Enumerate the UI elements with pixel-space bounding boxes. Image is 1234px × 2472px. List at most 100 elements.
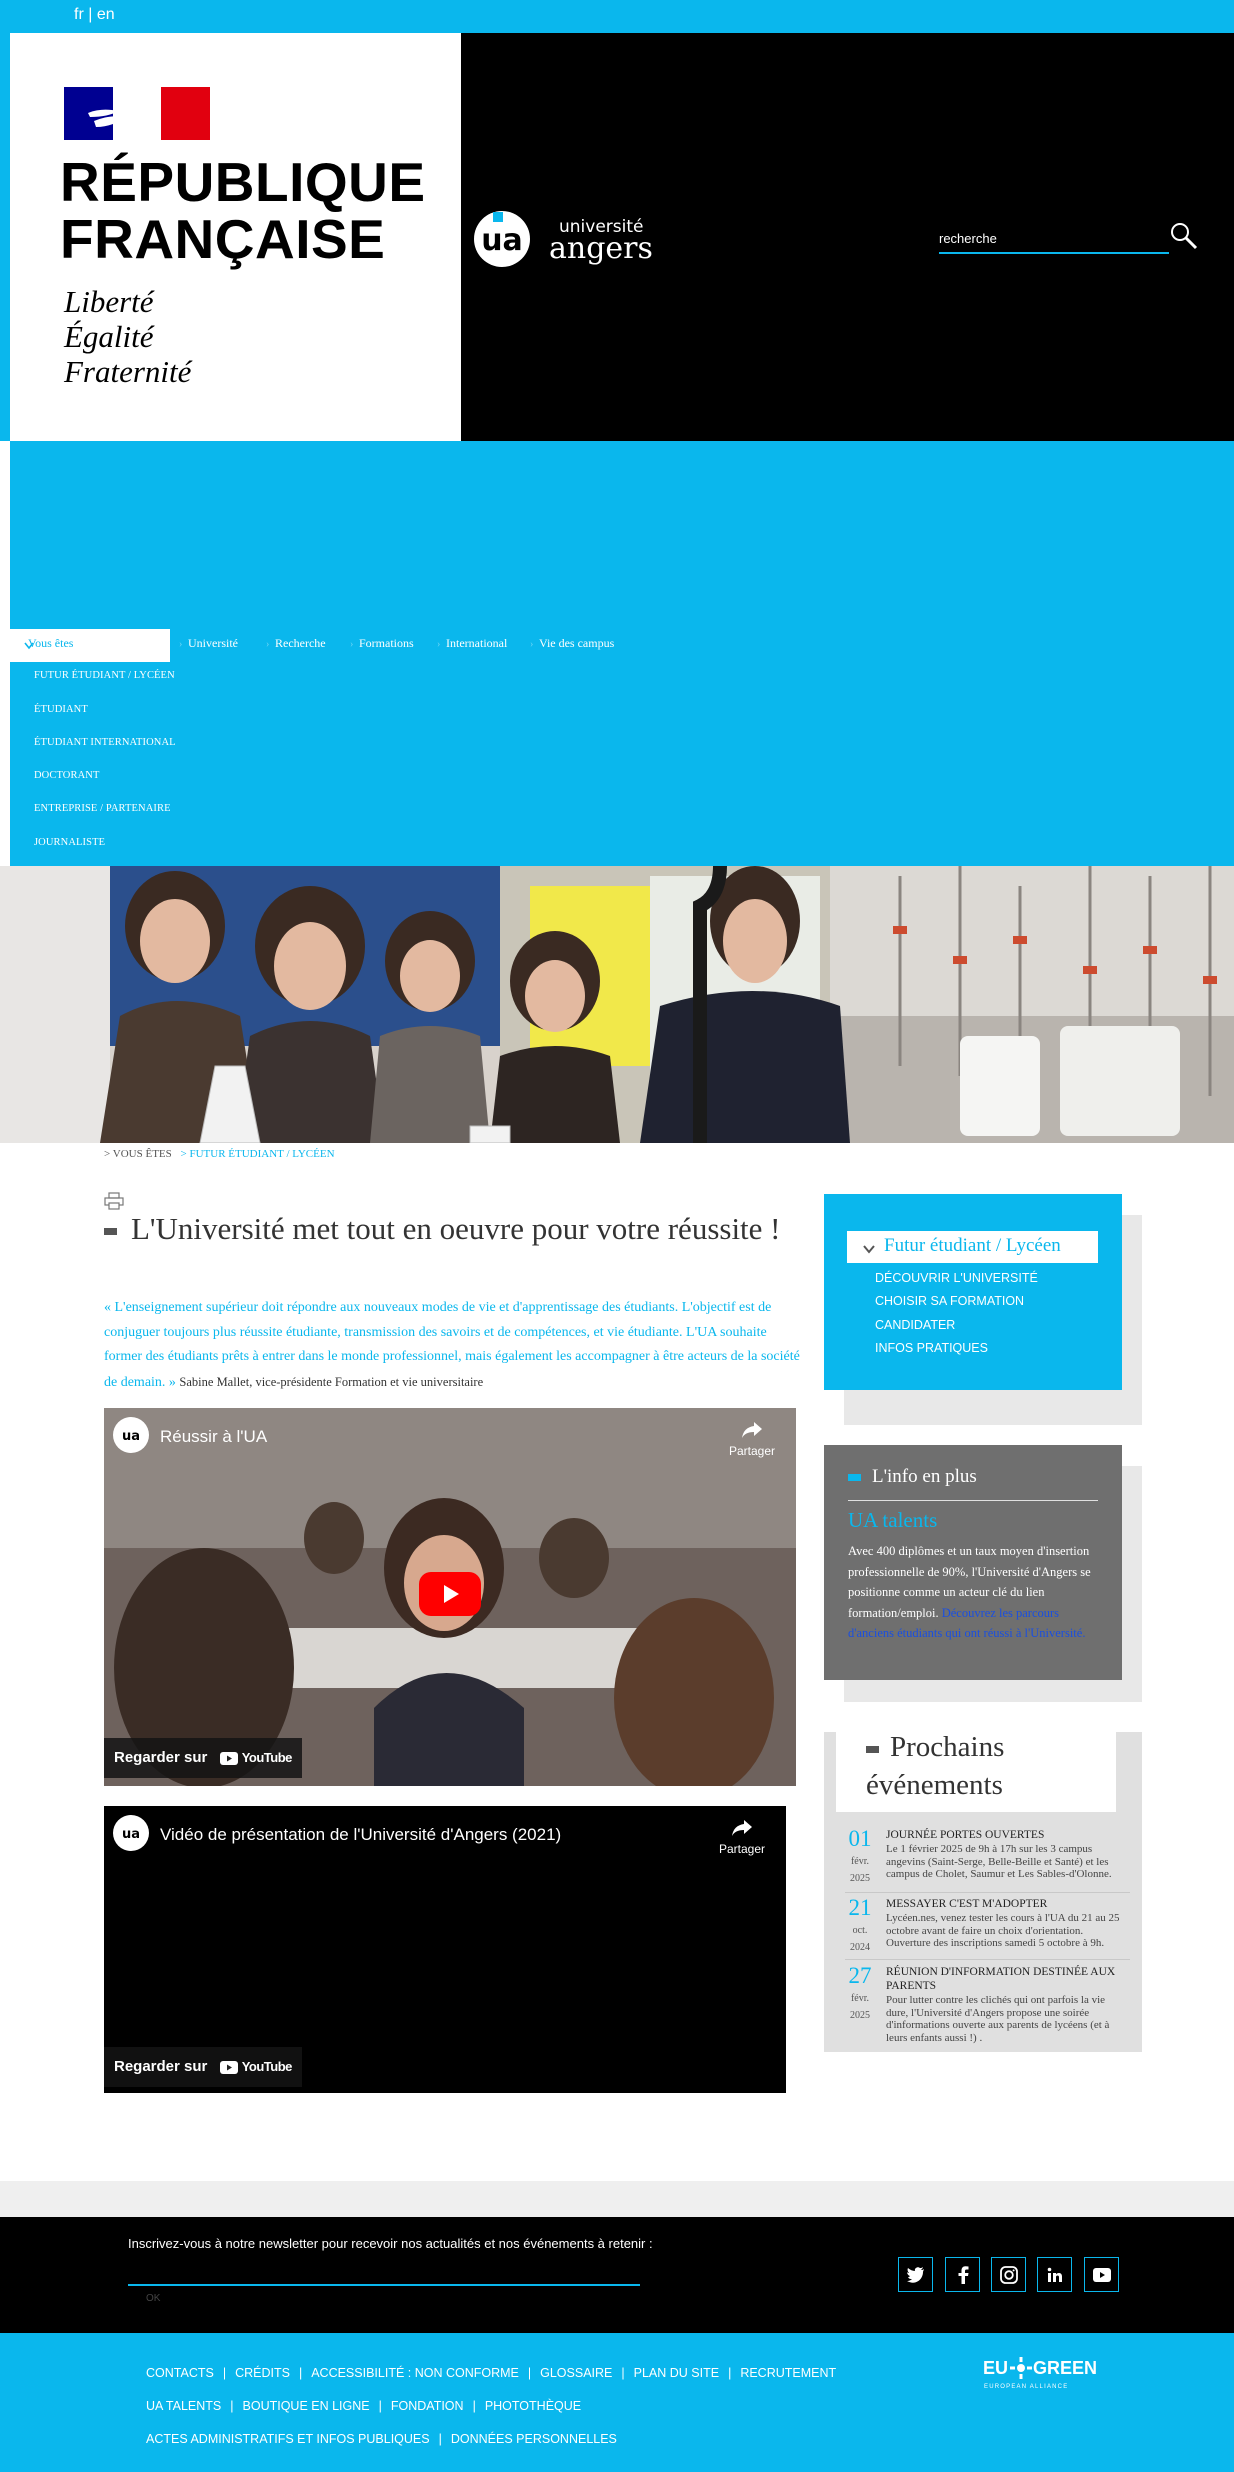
nav-item-vous-etes-label: Vous êtes (28, 636, 74, 650)
sidebar-info-subtitle[interactable]: UA talents (848, 1508, 937, 1533)
event-item[interactable]: 27 févr. 2025 Réunion d'information dest… (845, 1963, 1130, 2045)
youtube-logo-icon: YouTube (219, 1738, 293, 1778)
breadcrumb-vous-etes[interactable]: Vous êtes (113, 1148, 172, 1160)
chevron-down-icon (863, 1245, 875, 1254)
sidebar-link-infos-pratiques[interactable]: Infos pratiques (875, 1341, 988, 1355)
search-icon[interactable] (1168, 220, 1200, 252)
chevron-right-icon: › (437, 639, 441, 650)
breadcrumb-futur-etudiant[interactable]: Futur étudiant / Lycéen (189, 1148, 334, 1160)
subnav-journaliste[interactable]: Journaliste (34, 837, 105, 848)
print-icon[interactable] (104, 1192, 124, 1210)
channel-avatar-icon[interactable]: ua (113, 1417, 149, 1453)
linkedin-icon[interactable] (1037, 2257, 1072, 2292)
share-button[interactable]: Partager (724, 1444, 780, 1458)
footer-link-donnees-personnelles[interactable]: Données personnelles (451, 2432, 617, 2446)
motto-fraternite: Fraternité (64, 354, 192, 389)
footer-link-ua-talents[interactable]: UA talents (146, 2399, 221, 2413)
sidebar-link-decouvrir[interactable]: Découvrir l'université (875, 1271, 1038, 1285)
nav-item-universite-label: Université (188, 636, 238, 650)
separator: | (438, 2432, 442, 2446)
ua-logo-word2: angers (549, 231, 653, 266)
event-title[interactable]: Journée portes ouvertes (886, 1828, 1126, 1842)
subnav-etudiant-international[interactable]: Étudiant international (34, 737, 176, 748)
footer-link-plan-du-site[interactable]: Plan du site (634, 2366, 719, 2380)
chevron-right-icon: › (530, 639, 534, 650)
divider (845, 1959, 1130, 1960)
footer-link-actes-administratifs[interactable]: Actes administratifs et infos publiques (146, 2432, 430, 2446)
footer-link-credits[interactable]: Crédits (235, 2366, 290, 2380)
share-button[interactable]: Partager (714, 1842, 770, 1856)
youtube-icon[interactable] (1084, 2257, 1119, 2292)
nav-item-recherche[interactable]: › Recherche (266, 636, 326, 651)
twitter-icon[interactable] (898, 2257, 933, 2292)
footer-links-row: UA talents | Boutique en ligne | Fondation | P… (146, 2399, 581, 2413)
event-title[interactable]: Messayer c'est m'adopter (886, 1897, 1126, 1911)
nav-item-formations[interactable]: › Formations (350, 636, 414, 651)
facebook-icon[interactable] (945, 2257, 980, 2292)
event-item[interactable]: 21 oct. 2024 Messayer c'est m'adopter Ly… (845, 1895, 1130, 1961)
republique-title-line2: FRANÇAISE (60, 208, 386, 270)
share-icon[interactable] (730, 1818, 754, 1838)
subnav-doctorant[interactable]: Doctorant (34, 770, 99, 781)
motto-egalite: Égalité (64, 319, 154, 354)
lang-separator: | (88, 6, 93, 23)
video-player-presentation[interactable]: ua Vidéo de présentation de l'Université… (104, 1806, 786, 2093)
footer-link-boutique[interactable]: Boutique en ligne (243, 2399, 370, 2413)
quote-attribution: Sabine Mallet, vice-présidente Formation… (179, 1374, 484, 1389)
watch-on-label: Regarder sur (114, 1749, 208, 1766)
nav-item-universite[interactable]: › Université (179, 636, 238, 651)
event-description: Le 1 février 2025 de 9h à 17h sur les 3 … (886, 1843, 1112, 1880)
event-year: 2025 (850, 2010, 870, 2021)
footer-link-accessibilite[interactable]: Accessibilité : non conforme (311, 2366, 519, 2380)
watch-on-youtube-button[interactable]: Regarder sur YouTube (104, 2047, 302, 2087)
nav-left-edge (0, 441, 10, 866)
sidebar-link-candidater[interactable]: Candidater (875, 1318, 955, 1332)
footer-link-fondation[interactable]: Fondation (391, 2399, 464, 2413)
footer-link-phototheque[interactable]: Photothèque (485, 2399, 581, 2413)
separator: | (621, 2366, 625, 2380)
event-month: févr. (850, 1856, 870, 1867)
video-title[interactable]: Vidéo de présentation de l'Université d'… (160, 1825, 561, 1845)
footer-link-glossaire[interactable]: Glossaire (540, 2366, 612, 2380)
subnav-futur-etudiant[interactable]: Futur étudiant / Lycéen (34, 670, 175, 681)
sidebar-events-title: Prochains événements (866, 1728, 1106, 1804)
chevron-right-icon: › (350, 639, 354, 650)
eugreen-tagline: EUROPEAN ALLIANCE (984, 2384, 1068, 2390)
nav-item-vie-des-campus[interactable]: › Vie des campus (530, 636, 614, 651)
event-day: 21 (848, 1895, 872, 1920)
title-bullet (848, 1474, 861, 1482)
lang-en-link[interactable]: en (97, 6, 115, 23)
republique-motto: Liberté Égalité Fraternité (64, 284, 191, 389)
youtube-logo-icon: YouTube (219, 2047, 292, 2087)
event-year: 2024 (850, 1942, 870, 1953)
event-title[interactable]: Réunion d'information destinée aux paren… (886, 1965, 1126, 1993)
subnav-etudiant[interactable]: Étudiant (34, 704, 88, 715)
lang-fr-link[interactable]: fr (74, 6, 84, 23)
video-title[interactable]: Réussir à l'UA (160, 1427, 267, 1447)
republique-title: RÉPUBLIQUE FRANÇAISE (60, 154, 426, 268)
share-icon[interactable] (740, 1420, 764, 1440)
quote: « L'enseignement supérieur doit répondre… (104, 1296, 800, 1395)
sidebar-link-choisir-formation[interactable]: Choisir sa formation (875, 1294, 1024, 1308)
eu-green-logo[interactable]: EU GREEN EUROPEAN ALLIANCE (983, 2352, 1103, 2392)
footer-link-contacts[interactable]: Contacts (146, 2366, 214, 2380)
event-item[interactable]: 01 févr. 2025 Journée portes ouvertes Le… (845, 1826, 1130, 1892)
video-player-reussir[interactable]: ua Réussir à l'UA Partager Regarder sur … (104, 1408, 796, 1786)
newsletter-email-input[interactable] (128, 2266, 640, 2284)
subnav-entreprise-partenaire[interactable]: Entreprise / Partenaire (34, 803, 171, 814)
divider (845, 1892, 1130, 1893)
instagram-icon[interactable] (991, 2257, 1026, 2292)
newsletter-ok-button[interactable]: OK (146, 2293, 160, 2304)
nav-item-international[interactable]: › International (437, 636, 507, 651)
watch-on-youtube-button[interactable]: Regarder sur YouTube (104, 1738, 302, 1778)
footer-link-recrutement[interactable]: Recrutement (740, 2366, 836, 2380)
newsletter-field (128, 2266, 640, 2286)
channel-avatar-icon[interactable]: ua (113, 1815, 149, 1851)
separator: | (298, 2366, 303, 2380)
universite-angers-logo[interactable]: ua université angers (469, 206, 669, 268)
header-left-edge (0, 33, 10, 441)
breadcrumb-chevron-icon: > (104, 1148, 111, 1160)
play-button-icon[interactable] (419, 1572, 481, 1616)
youtube-logo-text: YouTube (241, 1750, 293, 1766)
search-input[interactable] (939, 224, 1169, 252)
